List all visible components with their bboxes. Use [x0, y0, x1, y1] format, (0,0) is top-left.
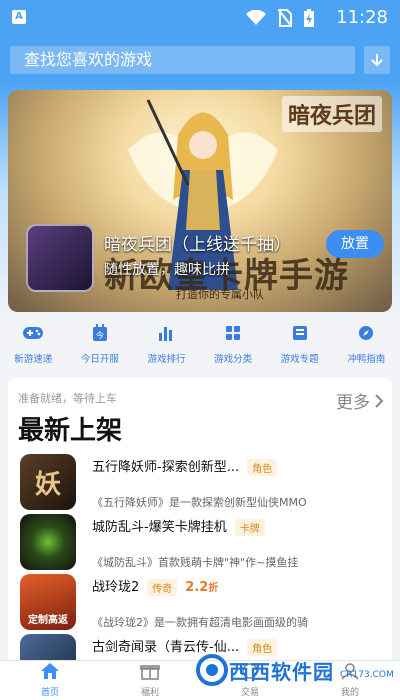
app-desc: 《城防乱斗》首款贱萌卡牌"神"作~摸鱼挂 — [92, 556, 299, 569]
quick-nav-open-today[interactable]: 今 今日开服 — [67, 322, 134, 370]
quick-nav-topics[interactable]: 游戏专题 — [266, 322, 333, 370]
banner-game-desc: 随性放置，趣味比拼 — [104, 262, 230, 278]
app-icon-text: 妖 — [34, 469, 61, 500]
tab-label: 福利 — [140, 688, 159, 698]
watermark-url: CR173.COM — [340, 670, 394, 680]
system-icons — [246, 8, 314, 28]
tab-home[interactable]: 首页 — [0, 661, 100, 700]
watermark: 西西软件园 CR173.COM — [195, 648, 395, 692]
gamepad-icon — [23, 327, 44, 339]
no-sim-icon — [278, 9, 292, 27]
watermark-logo-icon — [196, 654, 228, 686]
app-notification-icon: A — [12, 10, 26, 24]
more-link[interactable]: 更多 — [336, 388, 384, 413]
quick-nav-label: 新游速递 — [14, 354, 53, 365]
download-button[interactable] — [364, 46, 390, 74]
wifi-icon — [246, 10, 266, 25]
calendar-icon: 今 — [92, 324, 107, 341]
quick-nav-label: 今日开服 — [80, 354, 119, 365]
featured-banner[interactable]: 暗夜兵团 新欧皇卡牌手游 打造你的专属小队 暗夜兵团（上线送千抽） 随性放置，趣… — [8, 90, 392, 312]
quick-nav-label: 冲鸭指南 — [347, 354, 386, 365]
grid-icon — [226, 326, 241, 340]
quick-nav-label: 游戏专题 — [280, 354, 319, 365]
watermark-logo-text: 西西软件园 — [229, 659, 334, 684]
chevron-right-icon — [375, 393, 384, 408]
app-name-text: 五行降妖师-探索创新型... — [92, 460, 240, 475]
quick-nav-categories[interactable]: 游戏分类 — [200, 322, 267, 370]
app-icon[interactable]: 定制高返 — [20, 574, 76, 630]
app-tag: 角色 — [247, 459, 278, 476]
quick-nav: 新游速递 今 今日开服 游戏排行 游戏分类 游戏专题 冲鸭指南 — [0, 322, 400, 370]
battery-charging-icon — [304, 9, 314, 27]
app-name: 五行降妖师-探索创新型... 角色 — [92, 456, 278, 476]
app-tag: 传奇 — [147, 579, 178, 596]
search-input[interactable]: 查找您喜欢的游戏 — [10, 46, 355, 74]
quick-nav-ranking[interactable]: 游戏排行 — [133, 322, 200, 370]
svg-text:今: 今 — [96, 330, 104, 340]
app-tag: 卡牌 — [234, 519, 265, 536]
quick-nav-label: 游戏排行 — [147, 354, 186, 365]
app-desc: 《五行降妖师》是一款探索创新型仙侠MMO — [92, 496, 307, 509]
search-bar: 查找您喜欢的游戏 — [0, 36, 400, 82]
app-name: 战玲珑2 传奇 2.2折 — [92, 576, 218, 596]
discount-badge: 2.2折 — [185, 579, 218, 595]
discount-value: 2.2 — [185, 580, 209, 595]
app-name-text: 城防乱斗-爆笑卡牌挂机 — [92, 520, 227, 535]
quick-nav-new-games[interactable]: 新游速递 — [0, 322, 67, 370]
list-icon — [292, 326, 307, 340]
banner-game-icon[interactable] — [26, 224, 94, 292]
app-list-item[interactable]: 定制高返 战玲珑2 传奇 2.2折 《战玲珑2》是一款拥有超清电影画面级的骑 — [20, 574, 386, 634]
compass-icon — [359, 326, 374, 340]
quick-nav-label: 游戏分类 — [214, 354, 253, 365]
more-label: 更多 — [336, 393, 370, 413]
bar-chart-icon — [159, 327, 173, 341]
clock: 11:28 — [336, 7, 388, 28]
app-name-text: 战玲珑2 — [92, 580, 140, 595]
app-icon-text: 定制高返 — [28, 615, 68, 626]
app-list-item[interactable]: 城防乱斗-爆笑卡牌挂机 卡牌 《城防乱斗》首款贱萌卡牌"神"作~摸鱼挂 — [20, 514, 386, 574]
tab-label: 首页 — [40, 688, 59, 698]
status-bar: A 11:28 — [0, 0, 400, 36]
discount-unit: 折 — [208, 583, 219, 594]
banner-brand: 暗夜兵团 — [281, 96, 382, 132]
app-list-item[interactable]: 妖 五行降妖师-探索创新型... 角色 《五行降妖师》是一款探索创新型仙侠MMO — [20, 454, 386, 514]
banner-sub-slogan: 打造你的专属小队 — [176, 288, 264, 301]
gift-icon — [140, 665, 160, 680]
app-icon[interactable]: 妖 — [20, 454, 76, 510]
download-arrow-icon — [371, 54, 383, 67]
latest-section: 准备就绪，等待上车 更多 最新上架 妖 五行降妖师-探索创新型... 角色 《五行… — [8, 378, 392, 668]
app-icon[interactable] — [20, 514, 76, 570]
home-icon — [41, 663, 59, 679]
quick-nav-guide[interactable]: 冲鸭指南 — [333, 322, 400, 370]
app-desc: 《战玲珑2》是一款拥有超清电影画面级的骑 — [92, 616, 308, 629]
banner-game-title[interactable]: 暗夜兵团（上线送千抽） — [104, 230, 291, 255]
app-name: 城防乱斗-爆笑卡牌挂机 卡牌 — [92, 516, 265, 536]
section-hint: 准备就绪，等待上车 — [18, 392, 117, 405]
tab-welfare[interactable]: 福利 — [100, 661, 200, 700]
section-title: 最新上架 — [18, 416, 123, 446]
banner-install-button[interactable]: 放置 — [326, 230, 384, 258]
